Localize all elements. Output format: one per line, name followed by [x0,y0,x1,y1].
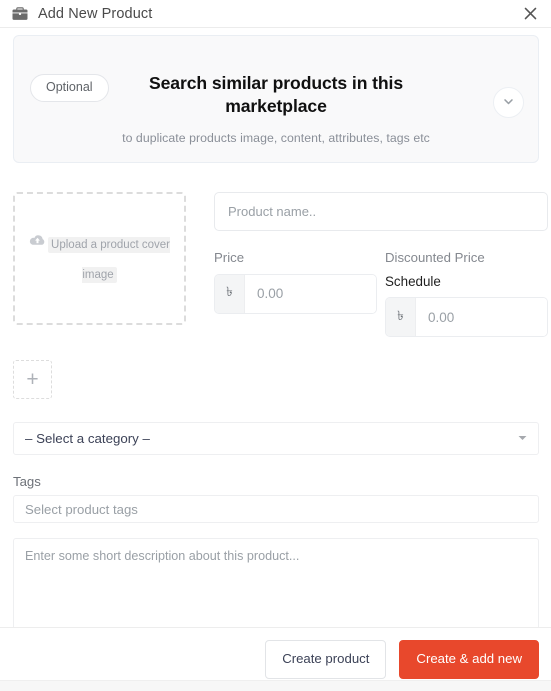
price-input-group: ৳ [214,273,377,314]
banner-subtitle: to duplicate products image, content, at… [122,131,430,146]
tags-input[interactable]: Select product tags [13,495,539,524]
price-label: Price [214,250,245,265]
modal-footer: Create product Create & add new [0,627,551,691]
dropzone-label: Upload a product cover image [48,236,170,283]
modal-body: Optional Search similar products in this… [0,35,551,652]
optional-badge: Optional [30,74,109,102]
banner-expand-button[interactable] [493,87,524,118]
cover-image-dropzone[interactable]: Upload a product cover image [13,192,186,325]
currency-symbol-icon: ৳ [386,298,416,337]
banner-title: Search similar products in this marketpl… [148,73,404,116]
dropzone-content: Upload a product cover image [29,229,170,288]
product-form: Upload a product cover image Price ৳ Dis… [0,192,551,652]
category-select[interactable]: – Select a category – [13,422,539,456]
discounted-price-field-group: Discounted Price Schedule ৳ [385,250,548,338]
price-row: Price ৳ Discounted Price Schedule ৳ [214,250,548,338]
tags-label: Tags [13,474,41,490]
product-name-input[interactable] [214,192,548,231]
currency-symbol-icon: ৳ [215,274,245,313]
close-icon[interactable] [521,5,539,23]
cloud-upload-icon [29,228,46,258]
create-product-button[interactable]: Create product [265,640,387,679]
discounted-price-label: Discounted Price [385,250,485,265]
tags-placeholder: Select product tags [25,501,138,517]
window-title: Add New Product [38,5,153,22]
titlebar-divider [0,27,551,28]
add-image-button[interactable]: + [13,360,52,400]
category-select-wrap: – Select a category – [13,422,539,456]
bottom-strip [0,680,551,691]
create-and-add-new-button[interactable]: Create & add new [399,640,539,679]
discounted-price-input-group: ৳ [385,297,548,338]
similar-products-banner: Optional Search similar products in this… [13,35,539,163]
discounted-price-input[interactable] [416,298,547,337]
form-fields-column: Price ৳ Discounted Price Schedule ৳ [214,192,549,338]
chevron-down-icon [503,94,514,112]
briefcase-icon [11,5,29,23]
price-input[interactable] [245,274,376,313]
price-field-group: Price ৳ [214,250,377,337]
schedule-link[interactable]: Schedule [385,274,548,291]
chevron-down-icon [518,434,527,443]
window-titlebar: Add New Product [0,0,551,27]
category-select-value: – Select a category – [25,431,150,447]
form-top-row: Upload a product cover image Price ৳ Dis… [13,192,548,338]
